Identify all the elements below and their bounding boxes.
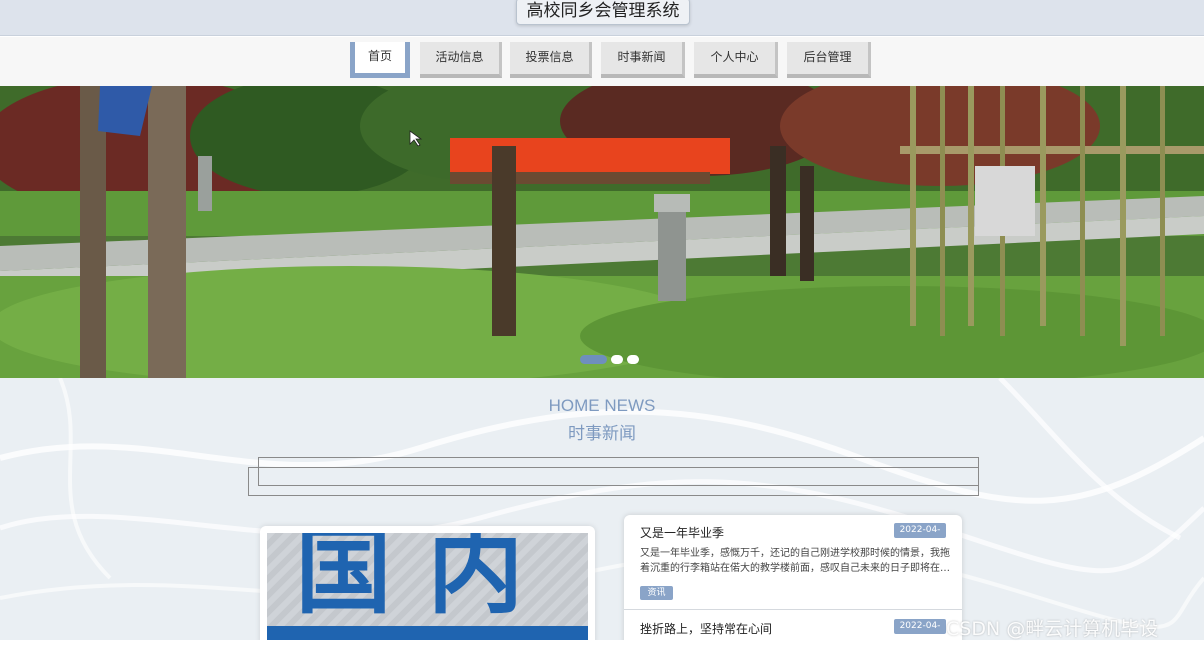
nav-current-news[interactable]: 时事新闻 <box>601 42 685 78</box>
featured-news-image-card[interactable]: 国内 <box>260 526 595 647</box>
carousel-dot-1[interactable] <box>580 355 607 364</box>
main-nav: 首页 活动信息 投票信息 时事新闻 个人中心 后台管理 <box>0 37 1204 86</box>
news-list-card: 又是一年毕业季 2022-04-11 又是一年毕业季，感慨万千，还记的自己刚进学… <box>624 515 962 647</box>
carousel-banner[interactable] <box>0 86 1204 378</box>
nav-vote-info[interactable]: 投票信息 <box>510 42 592 78</box>
featured-image-text: 国内 <box>295 533 560 627</box>
nav-admin[interactable]: 后台管理 <box>787 42 871 78</box>
carousel-dot-3[interactable] <box>627 355 639 364</box>
news-item-date: 2022-04-11 <box>894 523 946 550</box>
section-title-en: HOME NEWS <box>548 396 656 415</box>
news-list-item[interactable]: 又是一年毕业季 2022-04-11 又是一年毕业季，感慨万千，还记的自己刚进学… <box>624 515 962 609</box>
carousel-dot-2[interactable] <box>611 355 623 364</box>
top-header-bar: 高校同乡会管理系统 <box>0 0 1204 36</box>
nav-personal-center[interactable]: 个人中心 <box>694 42 778 78</box>
home-news-section: HOME NEWS 时事新闻 国内 又是一年毕业季 2022-04-11 又是一… <box>0 378 1204 647</box>
csdn-watermark: CSDN @畔云计算机毕设 <box>946 618 1159 640</box>
campus-garden-photo <box>0 86 1204 378</box>
site-title: 高校同乡会管理系统 <box>516 0 690 25</box>
news-item-title: 挫折路上，坚持常在心间 <box>640 622 773 636</box>
news-item-date: 2022-04-11 <box>894 619 946 646</box>
news-item-tag: 资讯 <box>640 586 673 600</box>
news-item-title: 又是一年毕业季 <box>640 526 725 540</box>
news-item-excerpt: 又是一年毕业季，感慨万千，还记的自己刚进学校那时候的情景，我拖着沉重的行李箱站在… <box>640 548 950 574</box>
section-title-cn: 时事新闻 <box>568 424 636 444</box>
nav-home[interactable]: 首页 <box>350 42 410 78</box>
bottom-strip <box>0 640 1204 647</box>
nav-activity-info[interactable]: 活动信息 <box>420 42 502 78</box>
decorative-frame-bottom <box>248 467 979 496</box>
featured-news-image: 国内 <box>267 533 588 647</box>
